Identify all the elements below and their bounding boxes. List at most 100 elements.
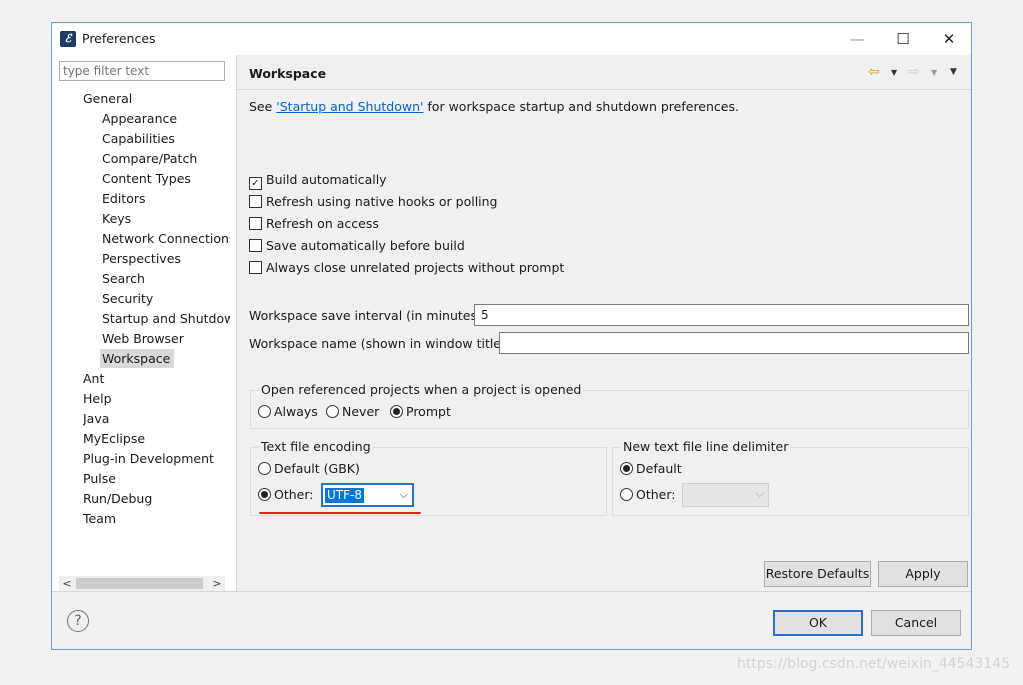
- scroll-right-arrow-icon[interactable]: >: [209, 576, 225, 591]
- radio-circle[interactable]: [620, 462, 633, 475]
- eclipse-app-icon: ℰ: [60, 31, 76, 47]
- maximize-button[interactable]: ☐: [880, 23, 926, 55]
- line-delimiter-group: New text file line delimiter Default Oth…: [612, 439, 969, 516]
- save-before-build-checkbox[interactable]: Save automatically before build: [249, 237, 465, 255]
- view-menu-icon[interactable]: ▼: [950, 67, 957, 77]
- save-interval-input[interactable]: 5: [474, 304, 969, 326]
- delimiter-other-radio[interactable]: Other:: [620, 486, 675, 504]
- tree-item-appearance[interactable]: Appearance: [100, 109, 230, 128]
- workspace-name-label: Workspace name (shown in window title):: [249, 336, 511, 351]
- scroll-left-arrow-icon[interactable]: <: [59, 576, 75, 591]
- preferences-dialog: ℰ Preferences — ☐ ✕ GeneralAppearanceCap…: [51, 22, 972, 650]
- encoding-default-radio[interactable]: Default (GBK): [258, 460, 360, 478]
- checkbox-label: Build automatically: [266, 172, 387, 187]
- tree-item-pulse[interactable]: Pulse: [83, 469, 233, 488]
- text-file-encoding-group: Text file encoding Default (GBK) Other: …: [250, 439, 607, 516]
- close-button[interactable]: ✕: [926, 23, 972, 55]
- radio-circle[interactable]: [258, 405, 271, 418]
- radio-circle[interactable]: [258, 462, 271, 475]
- radio-label: Always: [274, 404, 318, 419]
- radio-always[interactable]: Always: [258, 403, 318, 421]
- checkbox-label: Save automatically before build: [266, 238, 465, 253]
- checkbox-box[interactable]: ✓: [249, 177, 262, 190]
- tree-item-security[interactable]: Security: [100, 289, 230, 308]
- startup-info-text: See 'Startup and Shutdown' for workspace…: [249, 99, 739, 114]
- radio-circle[interactable]: [258, 488, 271, 501]
- tree-item-general[interactable]: General: [83, 89, 233, 108]
- tree-horizontal-scrollbar[interactable]: < >: [59, 576, 225, 591]
- encoding-selected-value: UTF-8: [325, 488, 364, 503]
- delimiter-default-radio[interactable]: Default: [620, 460, 682, 478]
- apply-button[interactable]: Apply: [878, 561, 968, 587]
- footer-divider: [52, 591, 971, 592]
- radio-prompt[interactable]: Prompt: [390, 403, 451, 421]
- annotation-underline: [259, 512, 421, 514]
- tree-item-workspace[interactable]: Workspace: [100, 349, 175, 368]
- tree-item-content-types[interactable]: Content Types: [100, 169, 230, 188]
- see-prefix: See: [249, 99, 277, 114]
- tree-item-keys[interactable]: Keys: [100, 209, 230, 228]
- startup-shutdown-link[interactable]: 'Startup and Shutdown': [276, 99, 423, 114]
- chevron-down-icon: ⌵: [755, 487, 764, 500]
- checkbox-box[interactable]: [249, 239, 262, 252]
- radio-label: Default: [636, 461, 682, 476]
- watermark: https://blog.csdn.net/weixin_44543145: [737, 656, 1011, 672]
- forward-history-dropdown-icon[interactable]: ▼: [931, 68, 937, 77]
- chevron-down-icon: ⌵: [399, 488, 408, 501]
- radio-circle[interactable]: [326, 405, 339, 418]
- back-arrow-icon[interactable]: ⇦: [868, 64, 880, 80]
- cancel-button[interactable]: Cancel: [871, 610, 961, 636]
- forward-arrow-icon[interactable]: ⇨: [908, 64, 920, 80]
- tree-item-compare-patch[interactable]: Compare/Patch: [100, 149, 230, 168]
- filter-input[interactable]: [59, 61, 225, 81]
- encoding-select[interactable]: UTF-8 ⌵: [321, 483, 414, 507]
- back-history-dropdown-icon[interactable]: ▼: [891, 68, 897, 77]
- encoding-other-radio[interactable]: Other:: [258, 486, 313, 504]
- tree-item-network-connections[interactable]: Network Connections: [100, 229, 230, 248]
- radio-label: Other:: [636, 487, 676, 502]
- title-bar: ℰ Preferences — ☐ ✕: [52, 23, 971, 55]
- open-referenced-projects-group: Open referenced projects when a project …: [250, 382, 969, 429]
- radio-label: Never: [342, 404, 380, 419]
- tree-item-startup-and-shutdown[interactable]: Startup and Shutdown: [100, 309, 230, 328]
- refresh-native-hooks-checkbox[interactable]: Refresh using native hooks or polling: [249, 193, 498, 211]
- tree-item-myeclipse[interactable]: MyEclipse: [83, 429, 233, 448]
- delimiter-select[interactable]: ⌵: [682, 483, 769, 507]
- tree-item-perspectives[interactable]: Perspectives: [100, 249, 230, 268]
- help-icon[interactable]: ?: [67, 610, 89, 632]
- radio-circle[interactable]: [390, 405, 403, 418]
- scroll-thumb[interactable]: [76, 578, 203, 589]
- tree-item-web-browser[interactable]: Web Browser: [100, 329, 230, 348]
- refresh-on-access-checkbox[interactable]: Refresh on access: [249, 215, 379, 233]
- tree-item-run-debug[interactable]: Run/Debug: [83, 489, 233, 508]
- checkbox-label: Refresh using native hooks or polling: [266, 194, 498, 209]
- save-interval-label: Workspace save interval (in minutes):: [249, 308, 487, 323]
- radio-circle[interactable]: [620, 488, 633, 501]
- close-unrelated-projects-checkbox[interactable]: Always close unrelated projects without …: [249, 259, 564, 277]
- radio-label: Default (GBK): [274, 461, 360, 476]
- workspace-name-input[interactable]: [499, 332, 969, 354]
- page-header: Workspace ⇦ ▼ ⇨ ▼ ▼: [237, 55, 971, 90]
- preference-tree-pane: GeneralAppearanceCapabilitiesCompare/Pat…: [52, 55, 237, 591]
- minimize-button[interactable]: —: [834, 23, 880, 55]
- tree-item-search[interactable]: Search: [100, 269, 230, 288]
- tree-item-ant[interactable]: Ant: [83, 369, 233, 388]
- build-automatically-checkbox[interactable]: ✓ Build automatically: [249, 171, 387, 190]
- restore-defaults-button[interactable]: Restore Defaults: [764, 561, 871, 587]
- checkbox-box[interactable]: [249, 261, 262, 274]
- group-title: Open referenced projects when a project …: [259, 382, 584, 398]
- ok-button[interactable]: OK: [773, 610, 863, 636]
- tree-item-capabilities[interactable]: Capabilities: [100, 129, 230, 148]
- checkbox-box[interactable]: [249, 217, 262, 230]
- tree-item-editors[interactable]: Editors: [100, 189, 230, 208]
- radio-label: Other:: [274, 487, 314, 502]
- group-title: Text file encoding: [259, 439, 373, 455]
- tree-item-java[interactable]: Java: [83, 409, 233, 428]
- checkbox-box[interactable]: [249, 195, 262, 208]
- tree-item-help[interactable]: Help: [83, 389, 233, 408]
- radio-never[interactable]: Never: [326, 403, 379, 421]
- tree-item-plug-in-development[interactable]: Plug-in Development: [83, 449, 233, 468]
- tree-item-team[interactable]: Team: [83, 509, 233, 528]
- see-suffix: for workspace startup and shutdown prefe…: [423, 99, 739, 114]
- checkbox-label: Refresh on access: [266, 216, 379, 231]
